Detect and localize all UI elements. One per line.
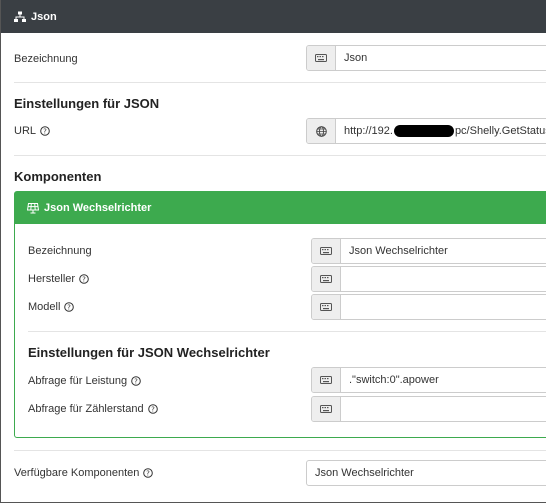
solar-panel-icon bbox=[27, 202, 39, 214]
divider bbox=[14, 155, 546, 156]
component-settings-title: Einstellungen für JSON Wechselrichter bbox=[28, 345, 270, 360]
component-bezeichnung-input[interactable]: Json Wechselrichter bbox=[341, 239, 546, 263]
abfrage-zaehler-input[interactable] bbox=[341, 397, 546, 421]
keyboard-icon bbox=[312, 267, 341, 291]
keyboard-icon bbox=[307, 46, 336, 70]
sitemap-icon bbox=[14, 11, 26, 23]
url-value-suffix: pc/Shelly.GetStatus bbox=[454, 125, 546, 137]
abfrage-leistung-label: Abfrage für Leistung ? bbox=[28, 374, 141, 388]
url-input[interactable]: http://192. pc/Shelly.GetStatus bbox=[336, 119, 546, 143]
component-bezeichnung-label-text: Bezeichnung bbox=[28, 245, 92, 257]
abfrage-leistung-input[interactable]: ."switch:0".apower bbox=[341, 368, 546, 392]
svg-text:?: ? bbox=[151, 406, 155, 414]
bezeichnung-label-text: Bezeichnung bbox=[14, 53, 78, 65]
question-circle-icon[interactable]: ? bbox=[131, 376, 141, 386]
component-card-header: Json Wechselrichter bbox=[15, 192, 546, 224]
url-label-text: URL bbox=[14, 125, 37, 137]
hersteller-input-group[interactable] bbox=[311, 266, 546, 292]
verfuegbare-select[interactable]: Json Wechselrichter bbox=[306, 460, 546, 486]
abfrage-zaehler-label: Abfrage für Zählerstand ? bbox=[28, 402, 158, 416]
komponenten-title: Komponenten bbox=[14, 169, 102, 184]
bezeichnung-label: Bezeichnung bbox=[14, 52, 78, 66]
globe-icon bbox=[307, 119, 336, 143]
url-label: URL ? bbox=[14, 124, 50, 138]
component-bezeichnung-label: Bezeichnung bbox=[28, 244, 92, 258]
abfrage-leistung-label-text: Abfrage für Leistung bbox=[28, 375, 128, 387]
divider bbox=[14, 82, 546, 83]
modell-input[interactable] bbox=[341, 295, 546, 319]
abfrage-zaehler-input-group[interactable] bbox=[311, 396, 546, 422]
panel-title: Json bbox=[31, 10, 57, 23]
verfuegbare-label: Verfügbare Komponenten ? bbox=[14, 466, 154, 480]
question-circle-icon[interactable]: ? bbox=[79, 274, 89, 284]
url-input-group[interactable]: http://192. pc/Shelly.GetStatus bbox=[306, 118, 546, 144]
url-value-prefix: http://192. bbox=[344, 125, 393, 137]
svg-text:?: ? bbox=[68, 304, 72, 312]
svg-text:?: ? bbox=[147, 470, 151, 478]
bezeichnung-input-group[interactable]: Json bbox=[306, 45, 546, 71]
svg-text:?: ? bbox=[82, 276, 86, 284]
verfuegbare-label-text: Verfügbare Komponenten bbox=[14, 467, 140, 479]
keyboard-icon bbox=[312, 368, 341, 392]
question-circle-icon[interactable]: ? bbox=[143, 468, 154, 478]
modell-label-text: Modell bbox=[28, 301, 61, 313]
hersteller-input[interactable] bbox=[341, 267, 546, 291]
bezeichnung-input[interactable]: Json bbox=[336, 46, 546, 70]
divider bbox=[28, 331, 546, 332]
question-circle-icon[interactable]: ? bbox=[147, 404, 158, 414]
keyboard-icon bbox=[312, 239, 341, 263]
abfrage-zaehler-label-text: Abfrage für Zählerstand bbox=[28, 403, 144, 415]
keyboard-icon bbox=[312, 397, 341, 421]
svg-text:?: ? bbox=[43, 128, 47, 136]
abfrage-leistung-input-group[interactable]: ."switch:0".apower bbox=[311, 367, 546, 393]
json-device-panel: Json Bezeichnung Json Einstellungen für … bbox=[0, 0, 546, 503]
question-circle-icon[interactable]: ? bbox=[64, 302, 75, 312]
redaction-mark bbox=[393, 125, 454, 137]
keyboard-icon bbox=[312, 295, 341, 319]
modell-label: Modell ? bbox=[28, 300, 75, 314]
component-card-title: Json Wechselrichter bbox=[44, 202, 152, 214]
component-bezeichnung-input-group[interactable]: Json Wechselrichter bbox=[311, 238, 546, 264]
hersteller-label-text: Hersteller bbox=[28, 273, 76, 285]
svg-text:?: ? bbox=[134, 378, 138, 386]
panel-header: Json bbox=[1, 0, 546, 33]
verfuegbare-select-value[interactable]: Json Wechselrichter bbox=[307, 461, 546, 485]
question-circle-icon[interactable]: ? bbox=[40, 126, 50, 136]
hersteller-label: Hersteller ? bbox=[28, 272, 89, 286]
divider bbox=[14, 450, 546, 451]
json-settings-title: Einstellungen für JSON bbox=[14, 96, 160, 111]
modell-input-group[interactable] bbox=[311, 294, 546, 320]
